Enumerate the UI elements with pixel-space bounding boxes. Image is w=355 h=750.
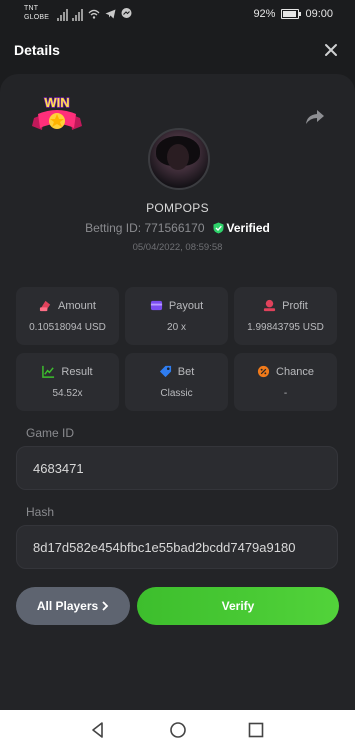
stat-value: 54.52x xyxy=(52,388,83,399)
messenger-icon xyxy=(121,8,132,18)
avatar-face xyxy=(167,144,189,170)
wifi-icon xyxy=(88,9,100,19)
bet-datetime: 05/04/2022, 08:59:58 xyxy=(132,242,223,253)
stat-label-row: Chance xyxy=(234,365,337,378)
chevron-right-icon xyxy=(102,601,109,611)
verified-badge: Verified xyxy=(213,221,270,235)
betting-id: Betting ID: 771566170 xyxy=(85,221,205,235)
stat-label: Payout xyxy=(168,299,204,312)
share-icon[interactable] xyxy=(305,108,325,126)
stat-tile-bet: Bet Classic xyxy=(125,353,228,411)
verified-label: Verified xyxy=(226,221,270,235)
username: POMPOPS xyxy=(146,201,209,215)
verify-button[interactable]: Verify xyxy=(137,587,339,625)
hash-field[interactable]: 8d17d582e454bfbc1e55bad2bcdd7479a9180 xyxy=(16,525,338,569)
close-icon[interactable] xyxy=(321,40,341,60)
signal-icon-2 xyxy=(72,9,83,21)
stat-tile-result: Result 54.52x xyxy=(16,353,119,411)
stat-tile-amount: Amount 0.10518094 USD xyxy=(16,287,119,345)
stat-label-row: Profit xyxy=(234,299,337,312)
win-logo-text: WIN xyxy=(44,95,69,110)
avatar xyxy=(148,128,210,190)
game-id-field[interactable]: 4683471 xyxy=(16,446,338,490)
stat-label-row: Payout xyxy=(125,299,228,312)
signal-icon-1 xyxy=(57,9,68,21)
stat-value: 1.99843795 USD xyxy=(247,322,324,333)
battery-icon xyxy=(281,9,302,19)
stat-label-row: Result xyxy=(16,365,119,378)
stat-label-row: Amount xyxy=(16,299,119,312)
clock: 09:00 xyxy=(305,8,333,20)
game-id-label: Game ID xyxy=(26,426,75,440)
stat-label: Bet xyxy=(177,365,195,378)
tag-icon xyxy=(159,365,171,378)
battery-percent: 92% xyxy=(253,8,276,20)
betting-id-row: Betting ID: 771566170 Verified xyxy=(0,221,355,235)
carrier-name: TNT GLOBE xyxy=(24,4,49,22)
percent-icon xyxy=(257,365,270,378)
stat-label: Profit xyxy=(282,299,308,312)
stat-tile-payout: Payout 20 x xyxy=(125,287,228,345)
game-id-value: 4683471 xyxy=(33,461,84,476)
battery-fill xyxy=(283,11,297,17)
stat-tile-chance: Chance - xyxy=(234,353,337,411)
stat-value: 20 x xyxy=(167,322,186,333)
stat-value: 0.10518094 USD xyxy=(29,322,106,333)
all-players-button[interactable]: All Players xyxy=(16,587,130,625)
system-nav-bar xyxy=(0,710,355,750)
stat-label: Amount xyxy=(58,299,96,312)
status-bar: TNT GLOBE 92% 09:00 xyxy=(0,0,355,30)
telegram-icon xyxy=(105,9,116,18)
page-title: Details xyxy=(14,42,60,58)
recents-icon[interactable] xyxy=(246,720,266,740)
profit-icon xyxy=(264,299,276,312)
verify-label: Verify xyxy=(221,599,255,613)
carrier-line-1: TNT xyxy=(24,5,39,12)
details-header: Details xyxy=(0,30,355,74)
stat-label-row: Bet xyxy=(125,365,228,378)
stat-tile-profit: Profit 1.99843795 USD xyxy=(234,287,337,345)
stat-label: Chance xyxy=(276,365,314,378)
money-icon xyxy=(39,300,51,312)
status-right: 92% 09:00 xyxy=(253,8,333,20)
win-logo-icon: WIN xyxy=(32,94,82,130)
all-players-label: All Players xyxy=(36,599,99,613)
carrier-line-2: GLOBE xyxy=(24,14,50,21)
wallet-icon xyxy=(150,300,162,311)
back-icon[interactable] xyxy=(88,720,108,740)
hash-value: 8d17d582e454bfbc1e55bad2bcdd7479a9180 xyxy=(33,540,296,555)
home-icon[interactable] xyxy=(168,720,188,740)
stat-label: Result xyxy=(61,365,93,378)
stat-value: - xyxy=(283,388,288,399)
hash-label: Hash xyxy=(26,505,55,519)
shield-check-icon xyxy=(213,222,224,234)
status-icons xyxy=(88,8,132,19)
stat-value: Classic xyxy=(160,388,193,399)
chart-icon xyxy=(42,365,55,378)
